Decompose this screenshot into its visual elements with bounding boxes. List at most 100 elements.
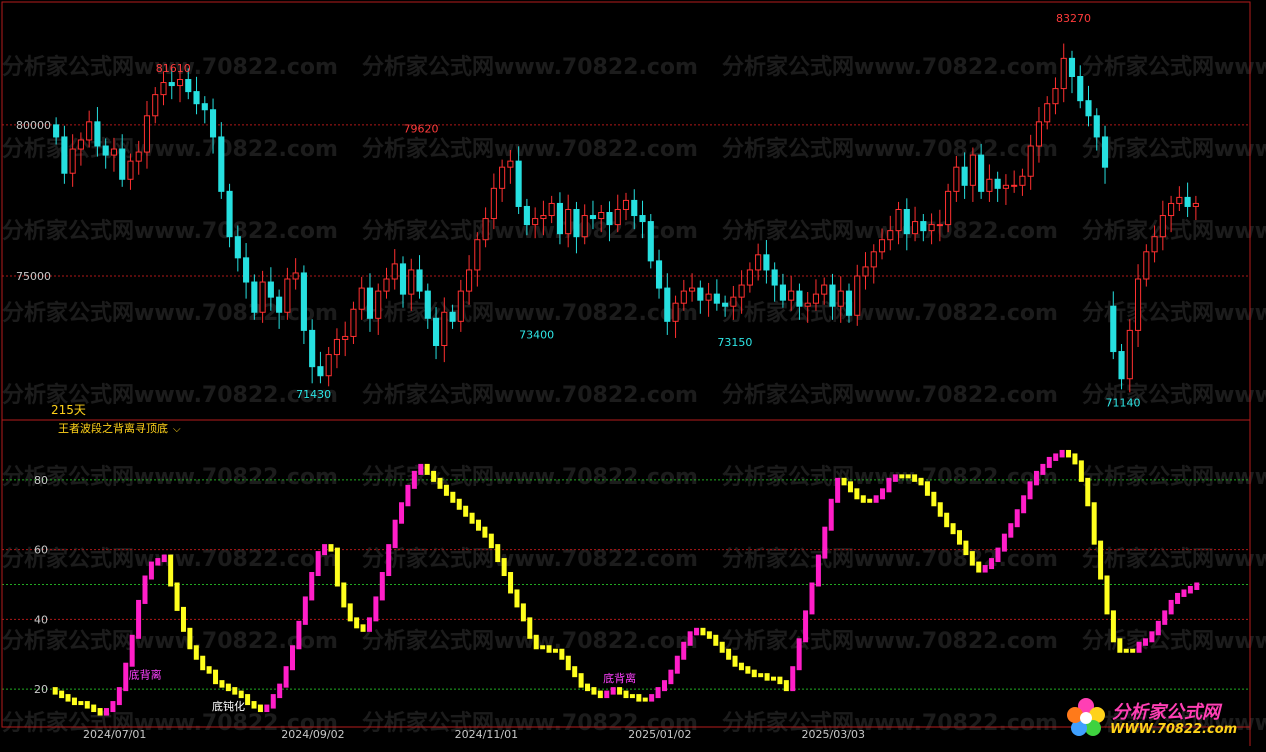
candle-body [631, 199, 638, 217]
candle-body [86, 121, 93, 141]
oscillator-bar [469, 512, 475, 524]
candle-body [1118, 351, 1125, 380]
candle-body [1126, 329, 1133, 380]
candle-body [680, 290, 687, 304]
candle-body [449, 311, 456, 322]
oscillator-bar [617, 687, 623, 695]
candle-body [61, 136, 68, 174]
candle-body [350, 308, 357, 337]
candle-body [1192, 202, 1199, 207]
oscillator-bar [892, 474, 898, 482]
indicator-name[interactable]: 王者波段之背离寻顶底 [58, 421, 168, 435]
oscillator-bar [803, 610, 809, 643]
oscillator-bar [1123, 648, 1129, 653]
logo-line2: WWW.70822.com [1110, 722, 1238, 737]
low-price-label: 71140 [1106, 397, 1141, 410]
oscillator-bar [264, 704, 270, 713]
oscillator-bar [257, 704, 263, 713]
oscillator-bar [450, 491, 456, 503]
oscillator-bar [180, 606, 186, 632]
candle-body [375, 290, 382, 319]
candle-body [333, 338, 340, 356]
candle-body [135, 151, 142, 162]
candle-body [209, 109, 217, 138]
oscillator-bar [155, 558, 161, 566]
candle-body [1134, 278, 1142, 331]
candle-body [540, 215, 547, 220]
oscillator-bar [1033, 470, 1039, 486]
watermark-text: 分析家公式网www.70822.com [1082, 54, 1266, 80]
chevron-down-icon[interactable]: ⌵ [173, 424, 181, 435]
oscillator-bar [84, 701, 90, 709]
oscillator-bar [758, 673, 764, 678]
candle-body [1168, 202, 1175, 217]
oscillator-bar [174, 582, 180, 611]
oscillator-bar [1136, 641, 1142, 653]
oscillator-bar [193, 645, 199, 660]
candle-body [870, 251, 877, 268]
candle-body [292, 272, 299, 280]
candle-body [1110, 305, 1117, 353]
candle-body [176, 79, 184, 87]
candle-body [812, 293, 820, 304]
oscillator-bar [245, 694, 251, 706]
oscillator-bar [559, 648, 565, 660]
oscillator-bar [738, 662, 744, 671]
watermark-text: 分析家公式网www.70822.com [362, 300, 698, 326]
oscillator-bar [847, 481, 853, 493]
watermark-text: 分析家公式网www.70822.com [722, 628, 1058, 654]
candle-body [1176, 196, 1183, 204]
watermark-text: 分析家公式网www.70822.com [2, 136, 338, 162]
oscillator-bar [1117, 638, 1123, 653]
days-label: 215天 [51, 403, 86, 417]
oscillator-bar [411, 470, 417, 489]
watermark-text: 分析家公式网www.70822.com [362, 54, 698, 80]
candle-body [226, 190, 233, 238]
oscillator-bar [232, 687, 238, 695]
oscillator-bar [687, 631, 693, 646]
oscillator-bar [655, 687, 661, 699]
oscillator-bar [334, 547, 340, 587]
oscillator-bar [751, 669, 757, 678]
oscillator-bar [200, 655, 206, 671]
candle-body [399, 263, 407, 295]
watermark-text: 分析家公式网www.70822.com [362, 382, 698, 408]
oscillator-bar [976, 561, 982, 573]
oscillator-bar [796, 638, 802, 671]
oscillator-bar [59, 690, 65, 699]
oscillator-bar [726, 648, 732, 660]
candle-body [168, 82, 175, 87]
oscillator-bar [97, 708, 103, 716]
oscillator-bar [924, 481, 930, 496]
oscillator-bar [386, 544, 392, 577]
oscillator-bar [783, 680, 789, 692]
candle-body [837, 290, 844, 307]
candle-body [622, 199, 630, 210]
candle-body [862, 266, 869, 277]
oscillator-bar [213, 669, 219, 685]
candle-body [466, 269, 473, 292]
candle-body [482, 218, 489, 241]
oscillator-bar [649, 694, 655, 702]
oscillator-bar [1155, 620, 1161, 636]
candle-body [325, 354, 332, 377]
oscillator-bar [1021, 495, 1027, 514]
candle-body [614, 208, 621, 226]
candle-body [598, 212, 605, 220]
oscillator-bar [790, 666, 796, 692]
oscillator-bar [1027, 481, 1033, 500]
oscillator-bar [1130, 648, 1136, 653]
candle-body [408, 269, 415, 295]
candle-body [878, 239, 886, 253]
oscillator-bar [880, 488, 886, 500]
oscillator-bar [995, 547, 1001, 563]
candle-body [499, 166, 506, 189]
oscillator-bar [508, 572, 514, 594]
oscillator-bar [1142, 638, 1148, 646]
oscillator-bar [636, 694, 642, 702]
candle-body [300, 272, 307, 331]
oscillator-bar [514, 589, 520, 608]
oscillator-bar [604, 690, 610, 699]
candle-body [1002, 184, 1009, 189]
oscillator-bar [860, 495, 866, 503]
